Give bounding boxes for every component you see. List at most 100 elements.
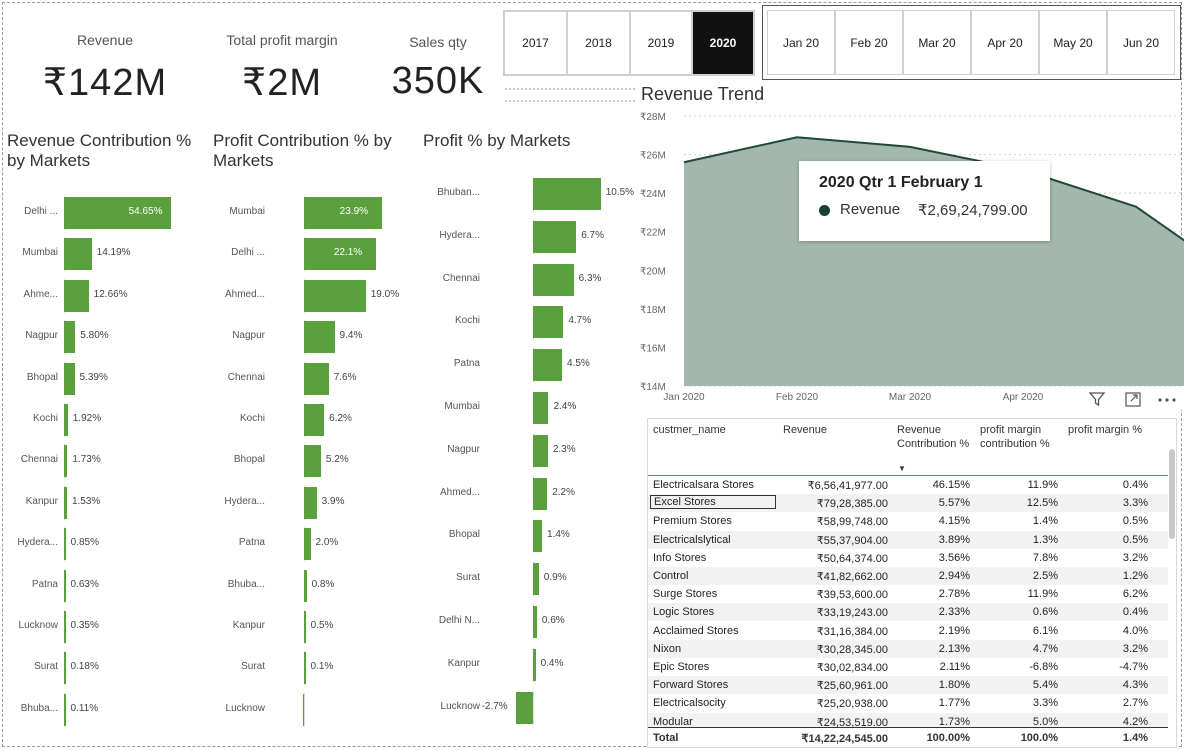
bar[interactable] xyxy=(64,445,68,478)
table-row[interactable]: Epic Stores ₹30,02,834.00 2.11% -6.8% -4.7% xyxy=(648,658,1168,676)
bar[interactable] xyxy=(533,520,543,553)
table-row[interactable]: Nixon ₹30,28,345.00 2.13% 4.7% 3.2% xyxy=(648,639,1168,658)
bar[interactable] xyxy=(304,445,321,478)
table-row[interactable]: Control ₹41,82,662.00 2.94% 2.5% 1.2% xyxy=(648,567,1168,585)
bar-row[interactable]: Surat 0.9% xyxy=(420,562,640,597)
month-jan-button[interactable]: Jan 20 xyxy=(767,10,835,75)
month-may-button[interactable]: May 20 xyxy=(1039,10,1107,75)
bar[interactable] xyxy=(64,569,66,602)
table-row[interactable]: Excel Stores ₹79,28,385.00 5.57% 12.5% 3.3% xyxy=(648,494,1168,513)
bar-row[interactable]: Bhuba... 0.8% xyxy=(210,568,425,603)
bar-row[interactable]: Patna 0.63% xyxy=(0,568,210,603)
bar[interactable] xyxy=(64,486,67,519)
bar[interactable] xyxy=(515,691,533,724)
bar[interactable] xyxy=(302,693,304,726)
bar-row[interactable]: Bhuba... 0.11% xyxy=(0,692,210,727)
bar-row[interactable]: Surat 0.18% xyxy=(0,651,210,686)
bar-row[interactable]: Lucknow xyxy=(210,692,425,727)
bar[interactable] xyxy=(64,404,68,436)
bar-row[interactable]: Delhi ... 54.65% xyxy=(0,196,210,230)
bar-row[interactable]: Bhopal 5.39% xyxy=(0,361,210,396)
bar[interactable] xyxy=(533,178,601,210)
table-row[interactable]: Acclaimed Stores ₹31,16,384.00 2.19% 6.1% 4.… xyxy=(648,622,1168,640)
bar[interactable] xyxy=(533,477,548,510)
bar-row[interactable]: Patna 4.5% xyxy=(420,348,640,383)
bar-row[interactable]: Hydera... 6.7% xyxy=(420,219,640,254)
table-row[interactable]: Surge Stores ₹39,53,600.00 2.78% 11.9% 6.2% xyxy=(648,585,1168,603)
bar-row[interactable]: Chennai 7.6% xyxy=(210,361,425,396)
month-mar-button[interactable]: Mar 20 xyxy=(903,10,971,75)
bar-row[interactable]: Kanpur 0.4% xyxy=(420,647,640,682)
bar[interactable] xyxy=(304,486,317,519)
bar[interactable] xyxy=(64,279,89,312)
bar[interactable] xyxy=(304,321,335,354)
bar[interactable] xyxy=(64,528,66,561)
bar[interactable] xyxy=(533,349,563,382)
col-revenue-contribution[interactable]: Revenue Contribution % xyxy=(897,423,972,451)
bar-row[interactable]: Nagpur 5.80% xyxy=(0,320,210,355)
table-row[interactable]: Electricalsara Stores ₹6,56,41,977.00 46.1… xyxy=(648,476,1168,494)
bar[interactable] xyxy=(533,263,574,296)
bar-row[interactable]: Surat 0.1% xyxy=(210,651,425,686)
bar[interactable] xyxy=(533,434,548,467)
focus-mode-icon[interactable] xyxy=(1124,390,1142,408)
bar-row[interactable]: Chennai 1.73% xyxy=(0,444,210,479)
bar-row[interactable]: Hydera... 0.85% xyxy=(0,527,210,562)
bar[interactable] xyxy=(533,306,564,339)
year-2018-button[interactable]: 2018 xyxy=(567,11,630,75)
month-apr-button[interactable]: Apr 20 xyxy=(971,10,1039,75)
bar-row[interactable]: Mumbai 2.4% xyxy=(420,391,640,425)
table-row[interactable]: Forward Stores ₹25,60,961.00 1.80% 5.4% 4.3% xyxy=(648,676,1168,695)
bar[interactable] xyxy=(64,238,92,271)
bar-row[interactable]: Lucknow 0.35% xyxy=(0,610,210,644)
bar-row[interactable]: Bhuban... 10.5% xyxy=(420,177,640,211)
bar-row[interactable]: Mumbai 23.9% xyxy=(210,196,425,230)
bar[interactable] xyxy=(533,563,539,596)
col-revenue[interactable]: Revenue xyxy=(783,423,883,437)
bar[interactable] xyxy=(304,611,306,643)
table-scrollbar[interactable] xyxy=(1169,449,1175,539)
filter-icon[interactable] xyxy=(1088,390,1106,408)
bar[interactable] xyxy=(304,652,306,685)
bar-row[interactable]: Chennai 6.3% xyxy=(420,262,640,297)
bar-row[interactable]: Kochi 1.92% xyxy=(0,403,210,437)
bar-row[interactable]: Kochi 6.2% xyxy=(210,403,425,437)
col-customer-name[interactable]: custmer_name xyxy=(653,423,773,437)
bar-row[interactable]: Bhopal 5.2% xyxy=(210,444,425,479)
bar-row[interactable]: Hydera... 3.9% xyxy=(210,485,425,520)
bar-row[interactable]: Kanpur 1.53% xyxy=(0,485,210,520)
bar[interactable] xyxy=(304,404,325,436)
bar-row[interactable]: Delhi ... 22.1% xyxy=(210,237,425,272)
table-row[interactable]: Info Stores ₹50,64,374.00 3.56% 7.8% 3.2% xyxy=(648,549,1168,567)
bar[interactable] xyxy=(64,321,76,354)
table-row[interactable]: Electricalsocity ₹25,20,938.00 1.77% 3.3% 2.… xyxy=(648,694,1168,712)
bar-row[interactable]: Nagpur 2.3% xyxy=(420,433,640,468)
bar[interactable] xyxy=(304,528,311,561)
bar-row[interactable]: Ahme... 12.66% xyxy=(0,278,210,313)
more-options-icon[interactable] xyxy=(1156,390,1178,408)
bar-row[interactable]: Patna 2.0% xyxy=(210,527,425,562)
bar-row[interactable]: Lucknow -2.7% xyxy=(420,690,640,725)
col-profit-margin[interactable]: profit margin % xyxy=(1068,423,1163,437)
table-row[interactable]: Premium Stores ₹58,99,748.00 4.15% 1.4% 0.5% xyxy=(648,512,1168,530)
bar-row[interactable]: Kochi 4.7% xyxy=(420,305,640,340)
table-row[interactable]: Logic Stores ₹33,19,243.00 2.33% 0.6% 0.4% xyxy=(648,603,1168,622)
year-2017-button[interactable]: 2017 xyxy=(504,11,567,75)
bar[interactable] xyxy=(533,392,549,424)
bar[interactable] xyxy=(64,611,66,643)
bar[interactable] xyxy=(304,279,366,312)
bar-row[interactable]: Kanpur 0.5% xyxy=(210,610,425,644)
bar[interactable] xyxy=(304,362,329,395)
bar-row[interactable]: Bhopal 1.4% xyxy=(420,519,640,554)
bar-row[interactable]: Mumbai 14.19% xyxy=(0,237,210,272)
bar-row[interactable]: Delhi N... 0.6% xyxy=(420,605,640,639)
year-2020-button[interactable]: 2020 xyxy=(692,11,754,75)
bar-row[interactable]: Nagpur 9.4% xyxy=(210,320,425,355)
bar-row[interactable]: Ahmed... 19.0% xyxy=(210,278,425,313)
col-profit-margin-contribution[interactable]: profit margin contribution % xyxy=(980,423,1065,451)
bar-row[interactable]: Ahmed... 2.2% xyxy=(420,476,640,511)
month-jun-button[interactable]: Jun 20 xyxy=(1107,10,1175,75)
table-row[interactable]: Electricalslytical ₹55,37,904.00 3.89% 1.3%… xyxy=(648,530,1168,549)
bar[interactable] xyxy=(304,569,307,602)
year-2019-button[interactable]: 2019 xyxy=(630,11,692,75)
